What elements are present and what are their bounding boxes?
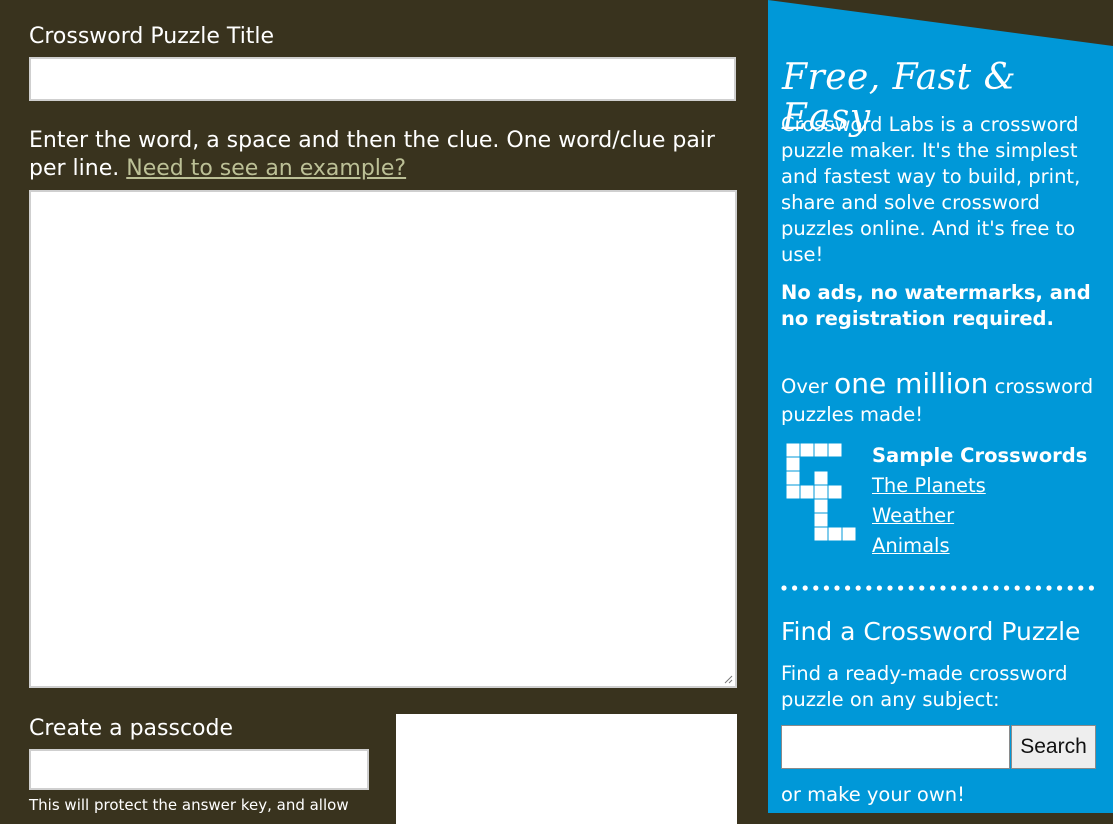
about-text: Crossword Labs is a crossword puzzle mak… (781, 113, 1081, 266)
crossword-form: Crossword Puzzle Title Enter the word, a… (0, 0, 768, 824)
sidebar-diagonal-edge (768, 0, 1113, 46)
count-highlight: one million (834, 367, 989, 400)
divider-dot (781, 585, 787, 591)
divider-dot (823, 585, 829, 591)
count-prefix: Over (781, 375, 828, 398)
search-button[interactable]: Search (1011, 725, 1096, 769)
divider-dot (834, 585, 840, 591)
puzzle-title-label: Crossword Puzzle Title (29, 24, 275, 49)
wordlist-textarea[interactable] (29, 190, 737, 688)
sidebar: Free, Fast & Easy Crossword Labs is a cr… (768, 0, 1113, 813)
divider-dot (961, 585, 967, 591)
divider-dot (792, 585, 798, 591)
divider-dot (919, 585, 925, 591)
divider-dot (908, 585, 914, 591)
divider-dot (813, 585, 819, 591)
dotted-divider (781, 585, 1094, 591)
passcode-input[interactable] (29, 749, 369, 790)
samples-heading: Sample Crosswords (872, 444, 1088, 467)
divider-dot (1057, 585, 1063, 591)
divider-dot (1035, 585, 1041, 591)
passcode-help-text: This will protect the answer key, and al… (29, 796, 349, 814)
divider-dot (887, 585, 893, 591)
wordlist-instructions: Enter the word, a space and then the clu… (29, 127, 741, 183)
side-panel-box (396, 714, 737, 824)
divider-dot (993, 585, 999, 591)
divider-dot (1025, 585, 1031, 591)
sample-crosswords: Sample Crosswords The Planets Weather An… (872, 441, 1087, 561)
puzzle-title-input[interactable] (29, 57, 736, 101)
no-ads-text: No ads, no watermarks, and no registrati… (781, 281, 1091, 330)
search-input[interactable] (781, 725, 1010, 769)
divider-dot (898, 585, 904, 591)
divider-dot (1078, 585, 1084, 591)
divider-dot (866, 585, 872, 591)
divider-dot (1046, 585, 1052, 591)
divider-dot (845, 585, 851, 591)
resize-handle-icon[interactable] (723, 674, 733, 684)
divider-dot (982, 585, 988, 591)
divider-dot (1067, 585, 1073, 591)
sample-link-weather[interactable]: Weather (872, 501, 1087, 531)
passcode-label: Create a passcode (29, 716, 233, 741)
divider-dot (951, 585, 957, 591)
sample-link-animals[interactable]: Animals (872, 531, 1087, 561)
divider-dot (1014, 585, 1020, 591)
divider-dot (802, 585, 808, 591)
crossword-grid-icon (786, 443, 857, 542)
example-link[interactable]: Need to see an example? (126, 156, 406, 181)
find-puzzle-description: Find a ready-made crossword puzzle on an… (781, 662, 1068, 711)
make-your-own-text: or make your own! (781, 783, 965, 806)
divider-dot (1088, 585, 1094, 591)
divider-dot (855, 585, 861, 591)
puzzle-count-text: Over one million crossword puzzles made! (781, 370, 1106, 429)
divider-dot (972, 585, 978, 591)
find-puzzle-heading: Find a Crossword Puzzle (781, 617, 1081, 646)
divider-dot (1004, 585, 1010, 591)
sample-link-planets[interactable]: The Planets (872, 471, 1087, 501)
divider-dot (940, 585, 946, 591)
divider-dot (876, 585, 882, 591)
divider-dot (929, 585, 935, 591)
